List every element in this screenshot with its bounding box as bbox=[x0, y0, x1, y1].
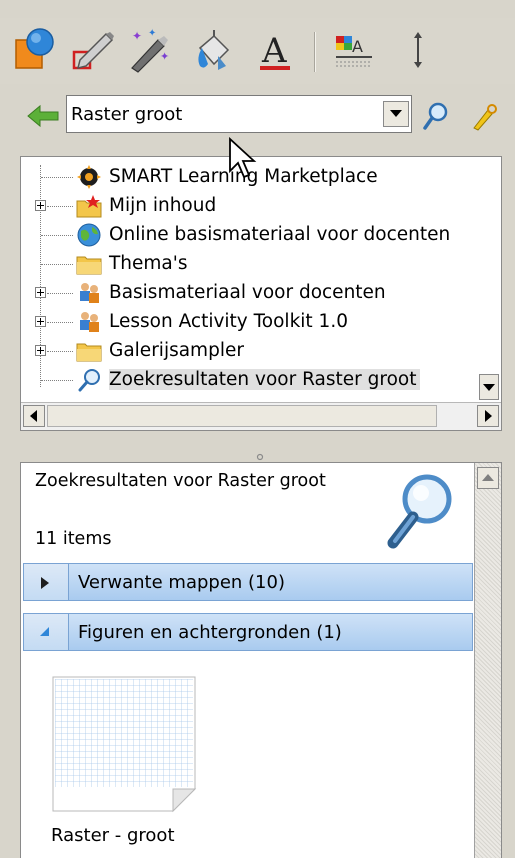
gallery-tree: SMART Learning Marketplace Mijn inhoud O… bbox=[20, 156, 502, 431]
advanced-search-icon[interactable] bbox=[468, 100, 500, 132]
expand-toggle[interactable] bbox=[35, 200, 46, 211]
section-figuren-achtergronden[interactable]: Figuren en achtergronden (1) bbox=[23, 613, 473, 651]
search-result-icon bbox=[75, 367, 103, 393]
tree-item-themas[interactable]: Thema's bbox=[21, 250, 501, 278]
tree-item-label: Thema's bbox=[109, 253, 188, 274]
tree-item-my-content[interactable]: Mijn inhoud bbox=[21, 192, 501, 220]
scroll-thumb[interactable] bbox=[47, 405, 437, 427]
thumbnail-raster-groot[interactable] bbox=[49, 673, 199, 813]
thumbnail-caption: Raster - groot bbox=[51, 825, 175, 846]
svg-text:A: A bbox=[261, 31, 287, 71]
fill-bucket-icon[interactable] bbox=[188, 26, 236, 76]
folder-icon bbox=[75, 338, 103, 364]
expanded-arrow-icon[interactable] bbox=[24, 614, 69, 650]
tree-scroll-down-button[interactable] bbox=[479, 374, 499, 400]
tree-item-lesson-activity[interactable]: Lesson Activity Toolkit 1.0 bbox=[21, 308, 501, 336]
my-content-folder-icon bbox=[75, 193, 103, 219]
tree-item-basismateriaal[interactable]: Basismateriaal voor docenten bbox=[21, 279, 501, 307]
globe-icon bbox=[75, 222, 103, 248]
tree-item-label: Online basismateriaal voor docenten bbox=[109, 224, 451, 245]
combobox-dropdown-button[interactable] bbox=[383, 101, 409, 127]
search-icon[interactable] bbox=[420, 100, 452, 132]
shapes-icon[interactable] bbox=[12, 26, 60, 76]
section-label: Figuren en achtergronden (1) bbox=[78, 622, 342, 643]
tree-item-marketplace[interactable]: SMART Learning Marketplace bbox=[21, 163, 501, 191]
mouse-cursor-icon bbox=[228, 136, 258, 181]
search-results-panel: Zoekresultaten voor Raster groot 11 item… bbox=[20, 462, 502, 858]
tree-item-label: Mijn inhoud bbox=[109, 195, 217, 216]
teachers-icon bbox=[75, 309, 103, 335]
marketplace-icon bbox=[75, 164, 103, 190]
tree-item-label: Lesson Activity Toolkit 1.0 bbox=[109, 311, 348, 332]
search-input-value[interactable]: Raster groot bbox=[71, 104, 182, 125]
teachers-icon bbox=[75, 280, 103, 306]
text-icon[interactable]: A bbox=[252, 26, 300, 76]
expand-toggle[interactable] bbox=[35, 316, 46, 327]
tree-item-label: Galerijsampler bbox=[109, 340, 244, 361]
resize-icon[interactable] bbox=[394, 26, 442, 76]
scroll-right-button[interactable] bbox=[477, 405, 499, 427]
results-title: Zoekresultaten voor Raster groot bbox=[35, 471, 326, 491]
expand-toggle[interactable] bbox=[35, 287, 46, 298]
tree-horizontal-scrollbar[interactable] bbox=[21, 402, 501, 430]
collapsed-arrow-icon[interactable] bbox=[24, 564, 69, 600]
svg-text:✦: ✦ bbox=[160, 50, 169, 63]
svg-text:A: A bbox=[352, 37, 363, 56]
toolbar-separator bbox=[314, 32, 315, 72]
tree-item-online-basismateriaal[interactable]: Online basismateriaal voor docenten bbox=[21, 221, 501, 249]
back-arrow-icon[interactable] bbox=[26, 104, 60, 128]
pencil-icon[interactable] bbox=[70, 26, 118, 76]
scroll-left-button[interactable] bbox=[23, 405, 45, 427]
tree-item-search-results[interactable]: Zoekresultaten voor Raster groot bbox=[21, 366, 501, 394]
expand-toggle[interactable] bbox=[35, 345, 46, 356]
search-combobox[interactable]: Raster groot bbox=[66, 95, 412, 133]
results-vertical-scrollbar[interactable] bbox=[474, 463, 501, 858]
tree-item-galerijsampler[interactable]: Galerijsampler bbox=[21, 337, 501, 365]
section-label: Verwante mappen (10) bbox=[78, 572, 285, 593]
svg-text:✦: ✦ bbox=[132, 29, 142, 43]
tree-item-label: Basismateriaal voor docenten bbox=[109, 282, 386, 303]
section-verwante-mappen[interactable]: Verwante mappen (10) bbox=[23, 563, 473, 601]
panel-splitter-handle[interactable] bbox=[256, 446, 264, 461]
tree-item-label: Zoekresultaten voor Raster groot bbox=[109, 369, 421, 390]
svg-text:✦: ✦ bbox=[148, 28, 156, 39]
results-count: 11 items bbox=[35, 529, 112, 549]
scroll-up-button[interactable] bbox=[477, 467, 499, 489]
magnifier-icon bbox=[383, 471, 455, 553]
toolbar: ✦ ✦ ✦ A A bbox=[0, 18, 515, 84]
magic-pen-icon[interactable]: ✦ ✦ ✦ bbox=[126, 26, 174, 76]
search-row: Raster groot bbox=[0, 92, 515, 140]
table-icon[interactable]: A bbox=[330, 26, 378, 76]
folder-icon bbox=[75, 251, 103, 277]
